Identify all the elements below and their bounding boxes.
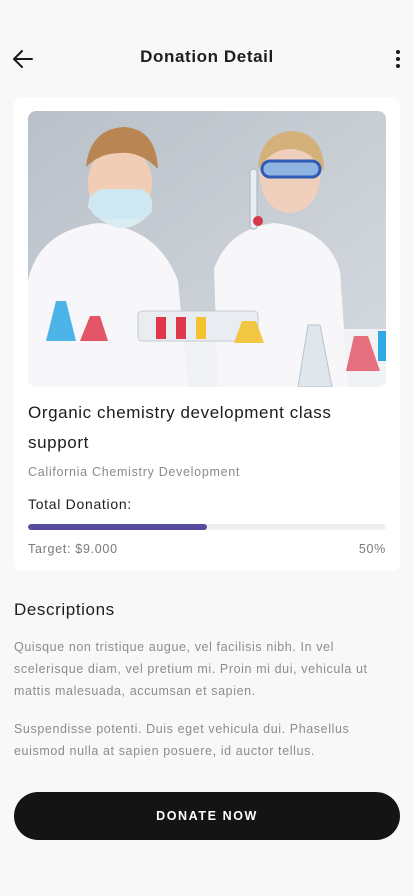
- donation-target: Target: $9.000: [28, 542, 118, 556]
- donation-percent: 50%: [358, 542, 386, 556]
- description-paragraph: Quisque non tristique augue, vel facilis…: [14, 640, 368, 698]
- descriptions-heading: Descriptions: [14, 600, 115, 619]
- description-paragraph: Suspendisse potenti. Duis eget vehicula …: [14, 722, 350, 758]
- campaign-photo: [28, 111, 386, 387]
- donation-card: Organic chemistry development class supp…: [14, 97, 400, 571]
- more-vertical-icon: [396, 50, 400, 54]
- more-options-button[interactable]: [392, 46, 404, 72]
- page-title: Donation Detail: [140, 47, 274, 66]
- donation-title: Organic chemistry development class supp…: [28, 403, 332, 452]
- total-donation-label: Total Donation:: [28, 496, 132, 512]
- campaign-illustration: [28, 111, 386, 387]
- donation-progress-fill: [28, 524, 207, 530]
- donate-now-button[interactable]: DONATE NOW: [14, 792, 400, 840]
- organization-name: California Chemistry Development: [28, 465, 241, 479]
- donation-progress-bar: [28, 524, 386, 530]
